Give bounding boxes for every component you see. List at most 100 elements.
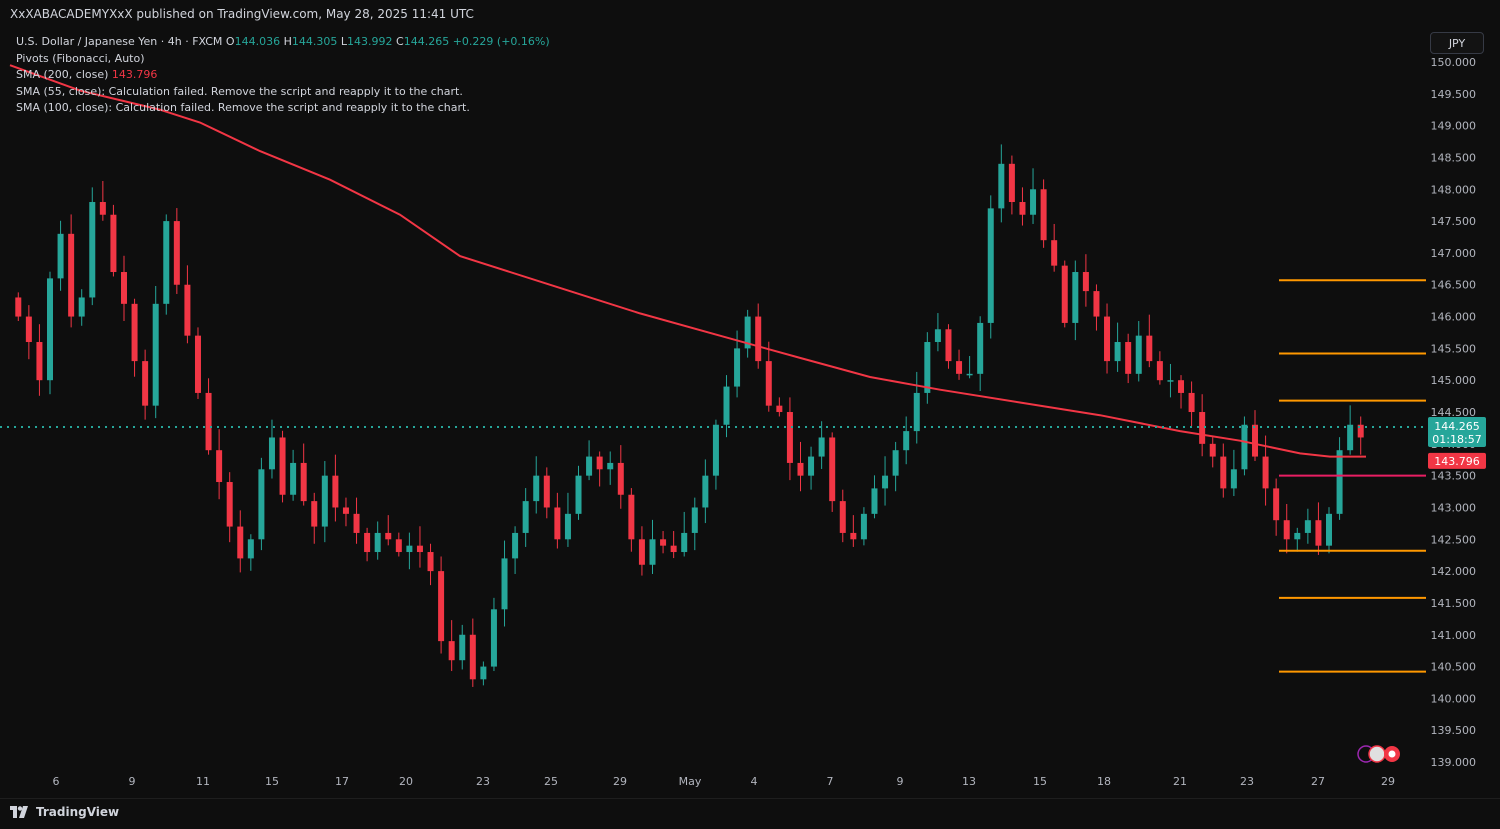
candle-down[interactable] — [1146, 335, 1153, 362]
candle-down[interactable] — [25, 316, 32, 343]
candle-up[interactable] — [501, 558, 508, 610]
candle-up[interactable] — [459, 634, 466, 661]
candle-up[interactable] — [892, 450, 899, 476]
pivots-indicator-row[interactable]: Pivots (Fibonacci, Auto) — [16, 51, 550, 68]
candle-down[interactable] — [1040, 189, 1047, 241]
candle-down[interactable] — [543, 475, 550, 508]
candle-up[interactable] — [913, 392, 920, 432]
candle-up[interactable] — [152, 303, 159, 406]
candle-up[interactable] — [998, 163, 1005, 209]
symbol-title[interactable]: U.S. Dollar / Japanese Yen · 4h · FXCM — [16, 35, 222, 48]
candle-down[interactable] — [617, 462, 624, 495]
symbol-row[interactable]: U.S. Dollar / Japanese Yen · 4h · FXCM O… — [16, 34, 550, 51]
sma200-line[interactable] — [9, 64, 1366, 458]
candle-down[interactable] — [99, 202, 106, 215]
candle-down[interactable] — [1051, 240, 1058, 266]
candle-down[interactable] — [945, 329, 952, 362]
candle-down[interactable] — [1082, 272, 1089, 292]
candle-up[interactable] — [374, 532, 381, 553]
candle-down[interactable] — [1061, 265, 1068, 323]
candle-down[interactable] — [628, 494, 635, 540]
currency-button[interactable]: JPY — [1430, 32, 1484, 54]
candle-down[interactable] — [173, 221, 180, 285]
candle-up[interactable] — [268, 437, 275, 470]
candle-up[interactable] — [247, 539, 254, 559]
candle-down[interactable] — [131, 303, 138, 362]
candle-down[interactable] — [142, 361, 149, 406]
candle-down[interactable] — [1156, 361, 1163, 381]
candle-up[interactable] — [78, 297, 85, 317]
candle-down[interactable] — [755, 316, 762, 362]
candle-down[interactable] — [786, 412, 793, 463]
candle-up[interactable] — [1347, 424, 1354, 451]
candle-up[interactable] — [818, 437, 825, 457]
candle-up[interactable] — [808, 456, 815, 476]
candle-up[interactable] — [57, 233, 64, 279]
candle-down[interactable] — [353, 513, 360, 533]
candle-down[interactable] — [1262, 456, 1269, 489]
candle-down[interactable] — [839, 501, 846, 533]
candle-down[interactable] — [1209, 443, 1216, 457]
candle-down[interactable] — [1125, 342, 1132, 374]
candle-down[interactable] — [279, 437, 286, 495]
candle-down[interactable] — [364, 532, 371, 553]
tradingview-logo[interactable]: TradingView — [10, 805, 119, 819]
candle-down[interactable] — [438, 571, 445, 642]
candle-up[interactable] — [163, 221, 170, 304]
candle-up[interactable] — [490, 609, 497, 667]
candle-down[interactable] — [300, 462, 307, 502]
candle-down[interactable] — [829, 437, 836, 502]
candle-down[interactable] — [448, 641, 455, 661]
candle-down[interactable] — [1008, 163, 1015, 203]
candle-down[interactable] — [416, 545, 423, 553]
candle-up[interactable] — [512, 532, 519, 559]
candle-down[interactable] — [638, 539, 645, 565]
candle-up[interactable] — [89, 202, 96, 298]
candle-down[interactable] — [660, 539, 667, 546]
candle-down[interactable] — [1188, 392, 1195, 413]
candle-up[interactable] — [406, 545, 413, 553]
candle-up[interactable] — [734, 348, 741, 387]
candle-up[interactable] — [321, 475, 328, 527]
candle-down[interactable] — [68, 233, 75, 317]
candle-down[interactable] — [1273, 488, 1280, 521]
candle-down[interactable] — [205, 392, 212, 451]
candle-down[interactable] — [427, 552, 434, 572]
candle-down[interactable] — [216, 450, 223, 483]
candle-up[interactable] — [924, 342, 931, 393]
candle-up[interactable] — [1336, 450, 1343, 514]
candle-down[interactable] — [120, 272, 127, 304]
candle-down[interactable] — [194, 335, 201, 393]
candle-up[interactable] — [977, 322, 984, 374]
candle-down[interactable] — [36, 342, 43, 381]
candle-up[interactable] — [649, 539, 656, 565]
candle-down[interactable] — [765, 361, 772, 406]
candle-up[interactable] — [1241, 424, 1248, 470]
sma55-indicator-row[interactable]: SMA (55, close): Calculation failed. Rem… — [16, 84, 550, 101]
candle-up[interactable] — [1072, 272, 1079, 323]
candle-up[interactable] — [533, 475, 540, 502]
candle-down[interactable] — [469, 634, 476, 680]
candle-up[interactable] — [723, 386, 730, 425]
candle-up[interactable] — [480, 666, 487, 680]
candle-up[interactable] — [702, 475, 709, 508]
candle-up[interactable] — [1230, 469, 1237, 489]
candle-down[interactable] — [776, 405, 783, 413]
candle-down[interactable] — [385, 532, 392, 540]
candle-up[interactable] — [1135, 335, 1142, 374]
candle-up[interactable] — [1167, 380, 1174, 382]
candle-up[interactable] — [860, 513, 867, 540]
candle-up[interactable] — [290, 462, 297, 495]
candle-up[interactable] — [934, 329, 941, 343]
chart-area[interactable]: 150.000 149.500 149.000 148.500 148.000 147.5… — [0, 28, 1500, 798]
candle-down[interactable] — [1093, 291, 1100, 317]
candle-down[interactable] — [1315, 520, 1322, 546]
candle-down[interactable] — [956, 361, 963, 374]
candle-down[interactable] — [332, 475, 339, 508]
candle-down[interactable] — [1019, 202, 1026, 215]
candle-down[interactable] — [311, 501, 318, 527]
candle-up[interactable] — [903, 431, 910, 451]
candle-up[interactable] — [258, 469, 265, 540]
candle-up[interactable] — [586, 456, 593, 476]
candle-up[interactable] — [575, 475, 582, 514]
